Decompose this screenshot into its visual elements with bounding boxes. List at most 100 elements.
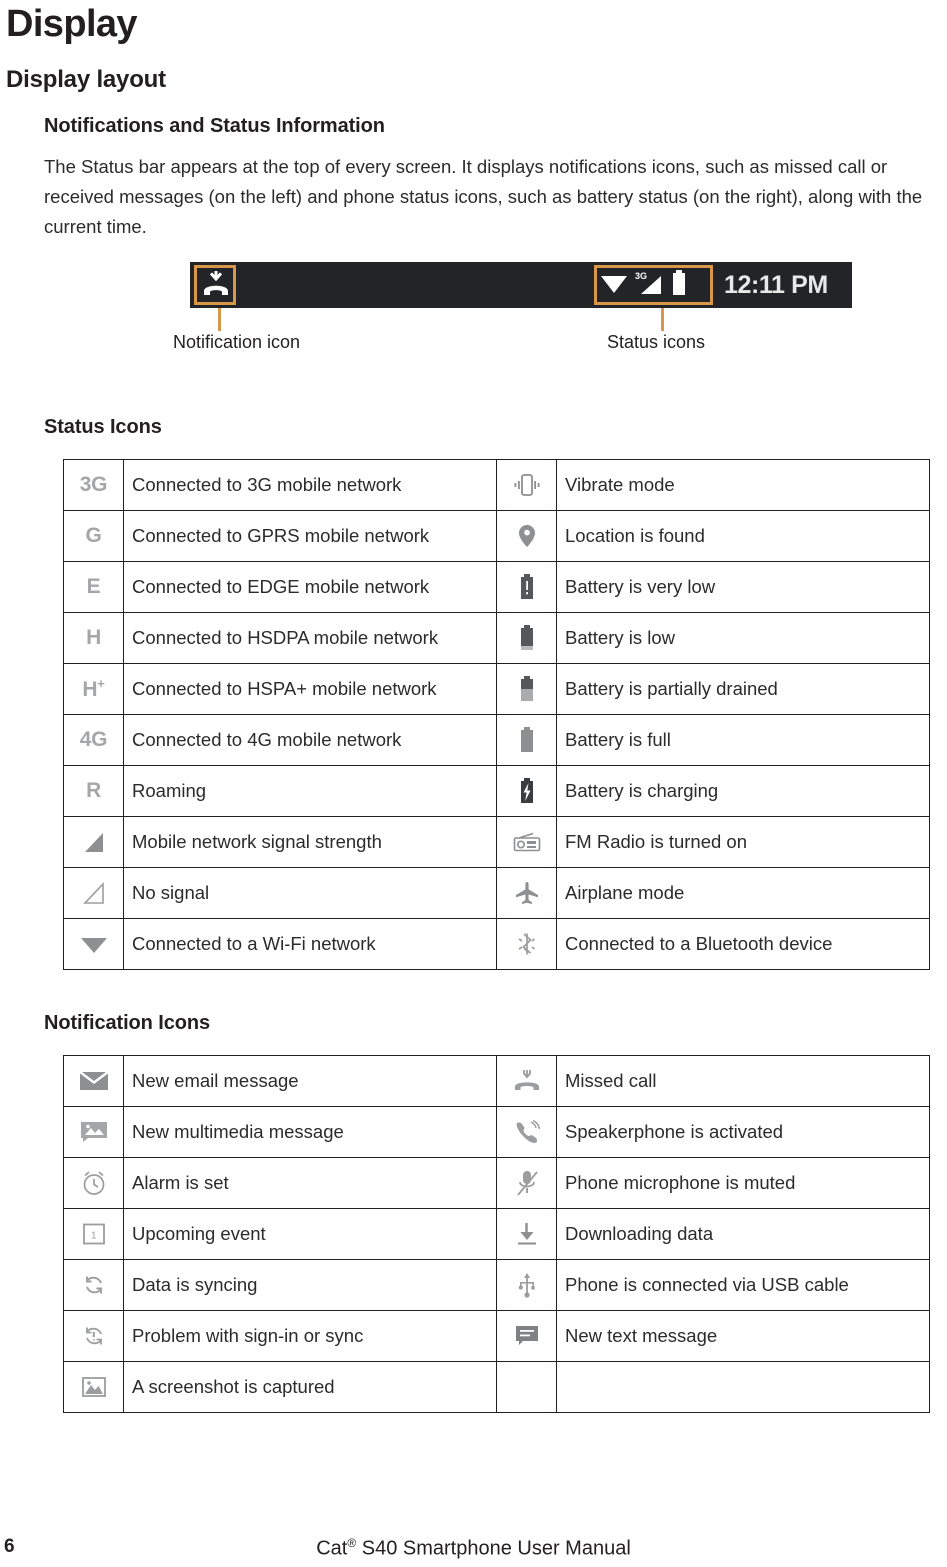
table-row: H+ Connected to HSPA+ mobile network Bat… — [63, 663, 930, 715]
battery-full-icon — [496, 714, 557, 766]
table-row: Alarm is set Phone microphone is muted — [63, 1157, 930, 1209]
email-glyph — [72, 1064, 116, 1098]
roaming-icon: R — [63, 765, 124, 817]
notification-row-1-left-text: New multimedia message — [123, 1106, 497, 1158]
missed-call-icon — [496, 1055, 557, 1107]
registered-trademark-icon: ® — [347, 1536, 357, 1550]
notification-icons-heading: Notification Icons — [44, 1012, 210, 1034]
subsection-heading-notifications-status: Notifications and Status Information — [44, 115, 385, 137]
new-mms-icon — [63, 1106, 124, 1158]
network-4g-icon: 4G — [63, 714, 124, 766]
status-icons-row-4-left-glyph: H+ — [72, 672, 116, 706]
status-icons-row-7-right-text: FM Radio is turned on — [556, 816, 930, 868]
status-icons-row-9-right-text: Connected to a Bluetooth device — [556, 918, 930, 970]
leader-line-notification — [218, 308, 221, 331]
network-gprs-icon: G — [63, 510, 124, 562]
screenshot-glyph — [72, 1370, 116, 1404]
new-email-icon — [63, 1055, 124, 1107]
vibrate-icon — [496, 459, 557, 511]
download-glyph — [505, 1217, 549, 1251]
notification-row-5-left-text: Problem with sign-in or sync — [123, 1310, 497, 1362]
wifi-connected-icon — [63, 918, 124, 970]
battery-very-low-glyph — [505, 570, 549, 604]
speakerphone-glyph — [505, 1115, 549, 1149]
mms-glyph — [72, 1115, 116, 1149]
bluetooth-icon — [496, 918, 557, 970]
page-title: Display — [6, 3, 138, 45]
notification-row-6-right-text — [556, 1361, 930, 1413]
battery-full-glyph — [505, 723, 549, 757]
status-icons-row-5-right-text: Battery is full — [556, 714, 930, 766]
notification-row-2-left-text: Alarm is set — [123, 1157, 497, 1209]
status-icons-row-6-left-text: Roaming — [123, 765, 497, 817]
battery-low-icon — [496, 612, 557, 664]
status-icons-row-0-left-text: Connected to 3G mobile network — [123, 459, 497, 511]
airplane-mode-icon — [496, 867, 557, 919]
svg-text:1: 1 — [91, 1231, 97, 1242]
notification-row-0-right-text: Missed call — [556, 1055, 930, 1107]
status-icons-row-6-right-text: Battery is charging — [556, 765, 930, 817]
status-icons-row-3-left-text: Connected to HSDPA mobile network — [123, 612, 497, 664]
notification-row-6-right-icon-empty — [496, 1361, 557, 1413]
caption-status-icons: Status icons — [607, 332, 706, 352]
status-bar-clock: 12:11 PM — [724, 271, 828, 299]
vibrate-glyph — [505, 468, 549, 502]
table-row: R Roaming Battery is charging — [63, 765, 930, 817]
location-pin-icon — [496, 510, 557, 562]
notification-row-4-right-text: Phone is connected via USB cable — [556, 1259, 930, 1311]
status-icons-row-5-left-text: Connected to 4G mobile network — [123, 714, 497, 766]
intro-paragraph: The Status bar appears at the top of eve… — [44, 156, 923, 237]
table-row: No signal Airplane mode — [63, 867, 930, 919]
battery-partial-glyph — [505, 672, 549, 706]
airplane-glyph — [505, 876, 549, 910]
status-icons-row-5-left-glyph: 4G — [79, 728, 108, 751]
mic-muted-glyph — [505, 1166, 549, 1200]
calendar-glyph: 1 — [72, 1217, 116, 1251]
status-bar-figure: 3G 12:11 PM — [190, 262, 852, 308]
no-signal-glyph — [72, 876, 116, 910]
table-row: Problem with sign-in or sync New text me… — [63, 1310, 930, 1362]
status-icons-row-0-right-text: Vibrate mode — [556, 459, 930, 511]
notification-icon-highlight-box — [194, 265, 236, 305]
network-edge-icon: E — [63, 561, 124, 613]
usb-icon — [496, 1259, 557, 1311]
signal-strength-glyph — [72, 825, 116, 859]
bluetooth-glyph — [505, 927, 549, 961]
notification-row-5-right-text: New text message — [556, 1310, 930, 1362]
leader-line-status — [661, 308, 664, 331]
fm-radio-icon — [496, 816, 557, 868]
table-row: 1 Upcoming event Downloading data — [63, 1208, 930, 1260]
status-icons-row-0-left-glyph: 3G — [79, 473, 108, 496]
network-hspa-plus-icon: H+ — [63, 663, 124, 715]
status-icons-row-2-left-text: Connected to EDGE mobile network — [123, 561, 497, 613]
notification-row-4-left-text: Data is syncing — [123, 1259, 497, 1311]
calendar-event-icon: 1 — [63, 1208, 124, 1260]
table-row: Data is syncing Phone is connected via U… — [63, 1259, 930, 1311]
status-icons-table: 3G Connected to 3G mobile network Vibrat… — [63, 459, 930, 970]
usb-glyph — [505, 1268, 549, 1302]
status-icons-highlight-box — [594, 265, 713, 305]
missed-call-glyph — [505, 1064, 549, 1098]
footer-manual-name: S40 Smartphone User Manual — [356, 1537, 631, 1560]
status-icons-row-4-left-text: Connected to HSPA+ mobile network — [123, 663, 497, 715]
download-icon — [496, 1208, 557, 1260]
battery-low-glyph — [505, 621, 549, 655]
fm-radio-glyph — [505, 825, 549, 859]
caption-notification-icon: Notification icon — [173, 332, 301, 352]
status-icons-row-1-left-glyph: G — [85, 524, 102, 547]
microphone-muted-icon — [496, 1157, 557, 1209]
status-icons-row-1-right-text: Location is found — [556, 510, 930, 562]
battery-partial-icon — [496, 663, 557, 715]
table-row: 3G Connected to 3G mobile network Vibrat… — [63, 459, 930, 511]
section-heading-display-layout: Display layout — [6, 66, 166, 93]
table-row: E Connected to EDGE mobile network Batte… — [63, 561, 930, 613]
sms-glyph — [505, 1319, 549, 1353]
wifi-glyph — [72, 927, 116, 961]
battery-charging-icon — [496, 765, 557, 817]
battery-charging-glyph — [505, 774, 549, 808]
alarm-glyph — [72, 1166, 116, 1200]
status-icons-row-1-left-text: Connected to GPRS mobile network — [123, 510, 497, 562]
no-signal-icon — [63, 867, 124, 919]
status-icons-row-8-right-text: Airplane mode — [556, 867, 930, 919]
notification-row-3-right-text: Downloading data — [556, 1208, 930, 1260]
